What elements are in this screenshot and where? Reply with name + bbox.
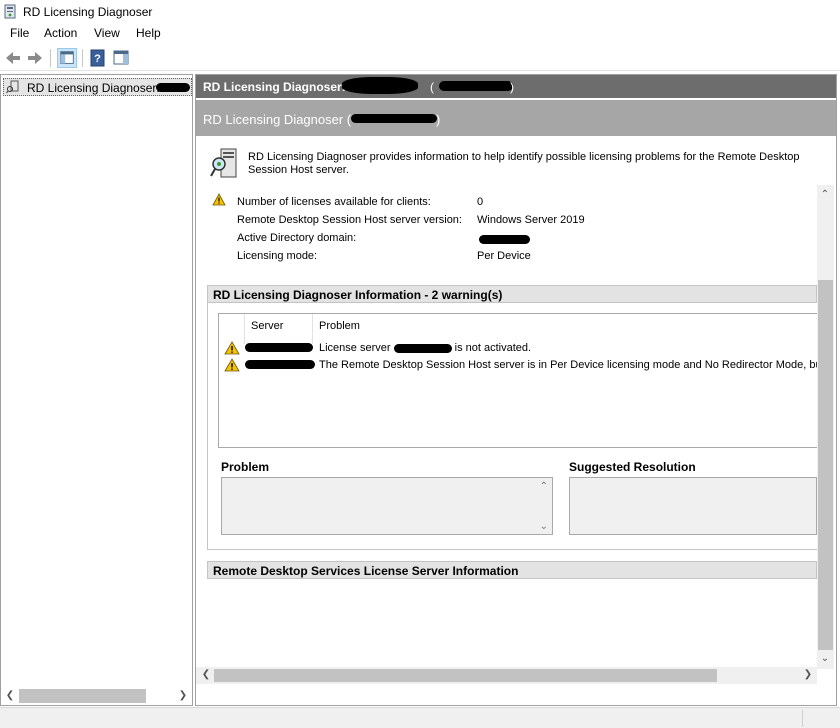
paren-open: ( [430, 80, 434, 94]
warning-icon [212, 193, 226, 206]
scroll-left-arrow-icon[interactable]: ❮ [2, 688, 18, 704]
description-text: RD Licensing Diagnoser provides informat… [248, 151, 800, 176]
redacted-server-name [351, 114, 437, 123]
suggested-resolution-label: Suggested Resolution [569, 460, 696, 474]
status-bar [0, 707, 840, 728]
details-header-title: RD Licensing Diagnoser: [203, 80, 346, 94]
tree-item-rd-licensing-diagnoser[interactable]: RD Licensing Diagnoser: [3, 78, 192, 96]
warning-problem-text: The Remote Desktop Session Host server i… [319, 359, 833, 371]
scroll-up-arrow-icon[interactable]: ⌃ [540, 481, 548, 492]
scroll-left-arrow-icon[interactable]: ❮ [198, 667, 214, 683]
details-vertical-scrollbar[interactable]: ⌃ ⌄ [817, 185, 834, 669]
diagnoser-info-section-header[interactable]: RD Licensing Diagnoser Information - 2 w… [207, 285, 817, 303]
paren-close: ) [510, 80, 514, 94]
scrollbar-thumb[interactable] [214, 669, 717, 682]
menu-file[interactable]: File [8, 26, 31, 40]
license-server-section-title: Remote Desktop Services License Server I… [213, 564, 519, 578]
scroll-down-arrow-icon[interactable]: ⌄ [817, 651, 833, 667]
scroll-right-arrow-icon[interactable]: ❯ [175, 688, 191, 704]
diagnoser-banner: RD Licensing Diagnoser ( ) [196, 100, 836, 136]
redacted-server-name [156, 83, 190, 92]
warning-icon [224, 358, 240, 372]
summary-info: Number of licenses available for clients… [196, 187, 816, 277]
toolbar-separator [82, 49, 83, 67]
warning-icon [224, 341, 240, 355]
help-icon[interactable]: ? [88, 48, 108, 68]
menu-action[interactable]: Action [42, 26, 79, 40]
description-panel: RD Licensing Diagnoser provides informat… [198, 143, 834, 185]
window-title: RD Licensing Diagnoser [23, 5, 153, 19]
server-version-value: Windows Server 2019 [477, 214, 585, 226]
problem-textbox[interactable]: ⌃ ⌄ [221, 477, 553, 535]
status-divider [802, 710, 803, 727]
server-diagnostic-icon [210, 148, 237, 178]
warning-row[interactable]: The Remote Desktop Session Host server i… [219, 357, 833, 374]
warning-problem-text: License server is not activated. [319, 342, 532, 354]
scrollbar-thumb[interactable] [818, 280, 833, 650]
scroll-right-arrow-icon[interactable]: ❯ [800, 667, 816, 683]
redacted-server-name [342, 77, 418, 94]
paren-close: ) [436, 112, 441, 127]
ad-domain-label: Active Directory domain: [237, 232, 357, 244]
show-hide-console-tree-icon[interactable] [57, 48, 77, 68]
problem-label: Problem [221, 460, 270, 474]
scrollbar-thumb[interactable] [19, 689, 146, 703]
details-horizontal-scrollbar[interactable]: ❮ ❯ [196, 667, 817, 684]
server-version-label: Remote Desktop Session Host server versi… [237, 214, 462, 226]
svg-text:?: ? [94, 53, 101, 65]
toolbar-separator [50, 49, 51, 67]
redacted-server-name [245, 343, 313, 352]
column-header-problem[interactable]: Problem [319, 320, 360, 332]
diagnoser-node-icon [6, 80, 19, 94]
scroll-up-arrow-icon[interactable]: ⌃ [817, 187, 833, 203]
warnings-list[interactable]: Server Problem License server is not act… [218, 313, 833, 448]
license-server-section-header[interactable]: Remote Desktop Services License Server I… [207, 561, 817, 579]
licensing-mode-label: Licensing mode: [237, 250, 318, 262]
column-header-server[interactable]: Server [251, 320, 283, 332]
suggested-resolution-textbox[interactable] [569, 477, 817, 535]
back-arrow-icon[interactable] [3, 48, 23, 68]
details-header: RD Licensing Diagnoser: ( ) [196, 75, 836, 98]
diagnoser-banner-title: RD Licensing Diagnoser ( [203, 112, 352, 127]
scroll-down-arrow-icon[interactable]: ⌄ [540, 521, 548, 532]
diagnoser-info-section-title: RD Licensing Diagnoser Information - 2 w… [213, 288, 503, 302]
redacted-domain [439, 81, 513, 91]
menu-help[interactable]: Help [134, 26, 163, 40]
licensing-mode-value: Per Device [477, 250, 531, 262]
console-tree[interactable]: RD Licensing Diagnoser: ❮ ❯ [0, 74, 193, 706]
tree-horizontal-scrollbar[interactable]: ❮ ❯ [2, 688, 191, 704]
menu-view[interactable]: View [92, 26, 122, 40]
licenses-available-value: 0 [477, 196, 484, 208]
redacted-domain [479, 235, 530, 244]
warning-row[interactable]: License server is not activated. [219, 340, 819, 357]
rd-licensing-icon [4, 4, 16, 19]
title-bar: RD Licensing Diagnoser [0, 0, 840, 24]
details-pane: RD Licensing Diagnoser: ( ) RD Licensing… [195, 74, 837, 706]
toolbar: ? [0, 45, 840, 71]
licenses-available-label: Number of licenses available for clients… [237, 196, 431, 208]
menu-bar: File Action View Help [0, 24, 840, 44]
show-hide-action-pane-icon[interactable] [111, 48, 131, 68]
forward-arrow-icon[interactable] [25, 48, 45, 68]
redacted-server-name [245, 360, 315, 369]
